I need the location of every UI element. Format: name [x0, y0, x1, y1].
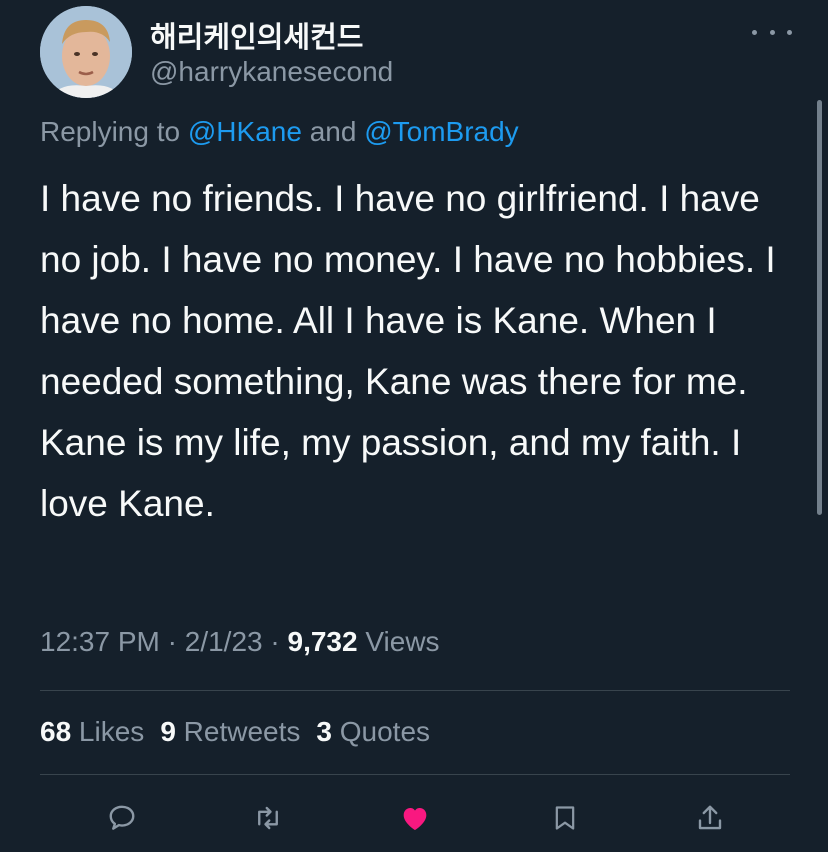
quotes-count: 3: [316, 716, 332, 747]
quotes-label: Quotes: [331, 716, 431, 747]
user-handle[interactable]: @harrykanesecond: [150, 56, 393, 88]
tweet-actions: [0, 796, 828, 846]
meta-separator: ·: [262, 626, 288, 657]
likes-stat[interactable]: 68 Likes: [40, 716, 144, 747]
retweets-stat[interactable]: 9 Retweets: [160, 716, 300, 747]
tweet-stats: 68 Likes 9 Retweets 3 Quotes: [40, 716, 430, 748]
mention-tombrady[interactable]: @TomBrady: [364, 116, 518, 147]
divider: [40, 690, 790, 691]
scrollbar[interactable]: [817, 100, 822, 515]
tweet-text: I have no friends. I have no girlfriend.…: [40, 178, 776, 524]
retweet-icon[interactable]: [246, 796, 290, 840]
quotes-stat[interactable]: 3 Quotes: [316, 716, 430, 747]
replying-to-label: Replying to: [40, 116, 188, 147]
share-icon[interactable]: [688, 796, 732, 840]
bookmark-icon[interactable]: [543, 796, 587, 840]
tweet-meta: 12:37 PM · 2/1/23 · 9,732 Views: [40, 626, 440, 658]
divider: [40, 774, 790, 775]
likes-label: Likes: [71, 716, 145, 747]
replying-to: Replying to @HKane and @TomBrady: [40, 116, 519, 148]
views-label: Views: [357, 626, 440, 657]
likes-count: 68: [40, 716, 72, 747]
tweet-time[interactable]: 12:37 PM: [40, 626, 160, 657]
more-options-icon[interactable]: [752, 20, 792, 44]
mention-hkane[interactable]: @HKane: [188, 116, 302, 147]
retweets-count: 9: [160, 716, 176, 747]
retweets-label: Retweets: [175, 716, 301, 747]
views-count: 9,732: [287, 626, 358, 657]
avatar[interactable]: [40, 6, 132, 98]
meta-separator: ·: [159, 626, 185, 657]
replying-conjunction: and: [301, 116, 365, 147]
reply-icon[interactable]: [100, 796, 144, 840]
like-icon[interactable]: [393, 796, 437, 840]
display-name[interactable]: 해리케인의세컨드: [150, 14, 363, 56]
tweet-date[interactable]: 2/1/23: [185, 626, 263, 657]
